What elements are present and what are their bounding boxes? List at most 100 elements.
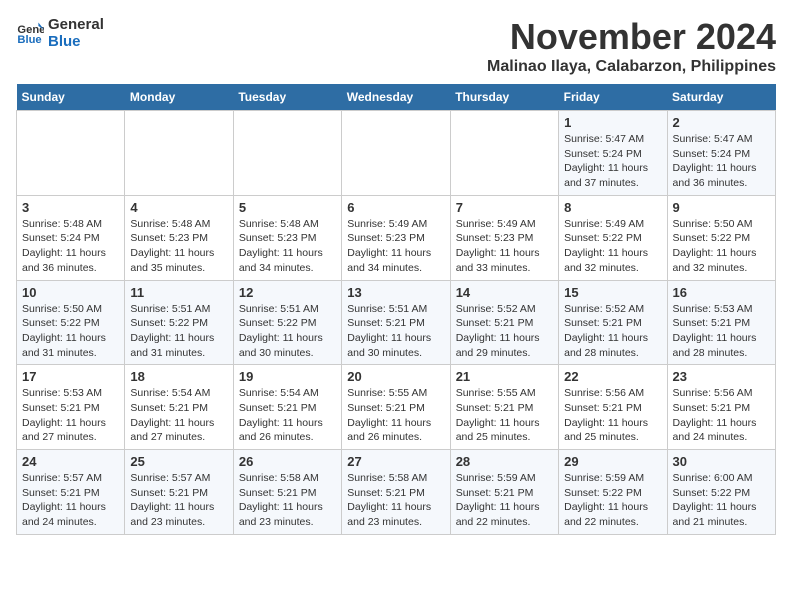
day-info: Sunrise: 5:58 AM Sunset: 5:21 PM Dayligh… (347, 471, 444, 530)
day-info: Sunrise: 5:49 AM Sunset: 5:23 PM Dayligh… (347, 217, 444, 276)
calendar-cell: 13 Sunrise: 5:51 AM Sunset: 5:21 PM Dayli… (342, 280, 450, 365)
day-number: 4 (130, 200, 227, 215)
svg-text:Blue: Blue (17, 34, 41, 46)
calendar-cell: 7Sunrise: 5:49 AM Sunset: 5:23 PM Daylig… (450, 195, 558, 280)
day-info: Sunrise: 5:49 AM Sunset: 5:22 PM Dayligh… (564, 217, 661, 276)
location-subtitle: Malinao Ilaya, Calabarzon, Philippines (487, 58, 776, 76)
calendar-cell: 26 Sunrise: 5:58 AM Sunset: 5:21 PM Dayli… (233, 450, 341, 535)
calendar-cell: 16 Sunrise: 5:53 AM Sunset: 5:21 PM Dayli… (667, 280, 775, 365)
day-info: Sunrise: 5:59 AM Sunset: 5:21 PM Dayligh… (456, 471, 553, 530)
calendar-cell: 14 Sunrise: 5:52 AM Sunset: 5:21 PM Dayli… (450, 280, 558, 365)
day-info: Sunrise: 5:48 AM Sunset: 5:24 PM Dayligh… (22, 217, 119, 276)
calendar-cell: 18 Sunrise: 5:54 AM Sunset: 5:21 PM Dayli… (125, 365, 233, 450)
column-header-friday: Friday (559, 84, 667, 111)
day-info: Sunrise: 5:51 AM Sunset: 5:21 PM Dayligh… (347, 302, 444, 361)
column-header-monday: Monday (125, 84, 233, 111)
day-number: 9 (673, 200, 770, 215)
day-number: 13 (347, 285, 444, 300)
day-info: Sunrise: 5:51 AM Sunset: 5:22 PM Dayligh… (130, 302, 227, 361)
calendar-cell (125, 111, 233, 196)
day-info: Sunrise: 5:53 AM Sunset: 5:21 PM Dayligh… (22, 386, 119, 445)
calendar-cell: 17 Sunrise: 5:53 AM Sunset: 5:21 PM Dayli… (17, 365, 125, 450)
calendar-cell: 28 Sunrise: 5:59 AM Sunset: 5:21 PM Dayli… (450, 450, 558, 535)
calendar-cell: 1 Sunrise: 5:47 AM Sunset: 5:24 PM Daylig… (559, 111, 667, 196)
day-info: Sunrise: 5:48 AM Sunset: 5:23 PM Dayligh… (130, 217, 227, 276)
day-info: Sunrise: 5:56 AM Sunset: 5:21 PM Dayligh… (673, 386, 770, 445)
calendar-cell: 20 Sunrise: 5:55 AM Sunset: 5:21 PM Dayli… (342, 365, 450, 450)
column-header-sunday: Sunday (17, 84, 125, 111)
logo-line1: General (48, 16, 104, 33)
calendar-cell: 5Sunrise: 5:48 AM Sunset: 5:23 PM Daylig… (233, 195, 341, 280)
day-number: 10 (22, 285, 119, 300)
day-info: Sunrise: 5:57 AM Sunset: 5:21 PM Dayligh… (22, 471, 119, 530)
calendar-cell: 8 Sunrise: 5:49 AM Sunset: 5:22 PM Daylig… (559, 195, 667, 280)
day-info: Sunrise: 5:56 AM Sunset: 5:21 PM Dayligh… (564, 386, 661, 445)
day-info: Sunrise: 5:53 AM Sunset: 5:21 PM Dayligh… (673, 302, 770, 361)
day-info: Sunrise: 5:58 AM Sunset: 5:21 PM Dayligh… (239, 471, 336, 530)
calendar-cell (233, 111, 341, 196)
day-info: Sunrise: 5:47 AM Sunset: 5:24 PM Dayligh… (564, 132, 661, 191)
day-info: Sunrise: 5:54 AM Sunset: 5:21 PM Dayligh… (130, 386, 227, 445)
day-info: Sunrise: 5:54 AM Sunset: 5:21 PM Dayligh… (239, 386, 336, 445)
logo-icon: General Blue (16, 19, 44, 47)
calendar-cell (17, 111, 125, 196)
day-number: 30 (673, 454, 770, 469)
column-header-thursday: Thursday (450, 84, 558, 111)
header-row: SundayMondayTuesdayWednesdayThursdayFrid… (17, 84, 776, 111)
calendar-cell: 30 Sunrise: 6:00 AM Sunset: 5:22 PM Dayli… (667, 450, 775, 535)
logo: General Blue General Blue (16, 16, 104, 50)
day-info: Sunrise: 6:00 AM Sunset: 5:22 PM Dayligh… (673, 471, 770, 530)
day-info: Sunrise: 5:47 AM Sunset: 5:24 PM Dayligh… (673, 132, 770, 191)
day-number: 14 (456, 285, 553, 300)
day-number: 28 (456, 454, 553, 469)
day-info: Sunrise: 5:50 AM Sunset: 5:22 PM Dayligh… (673, 217, 770, 276)
day-number: 8 (564, 200, 661, 215)
day-info: Sunrise: 5:55 AM Sunset: 5:21 PM Dayligh… (347, 386, 444, 445)
day-info: Sunrise: 5:49 AM Sunset: 5:23 PM Dayligh… (456, 217, 553, 276)
calendar-cell: 22 Sunrise: 5:56 AM Sunset: 5:21 PM Dayli… (559, 365, 667, 450)
calendar-cell: 2 Sunrise: 5:47 AM Sunset: 5:24 PM Daylig… (667, 111, 775, 196)
day-number: 2 (673, 115, 770, 130)
day-number: 18 (130, 369, 227, 384)
day-number: 1 (564, 115, 661, 130)
calendar-cell (342, 111, 450, 196)
day-info: Sunrise: 5:50 AM Sunset: 5:22 PM Dayligh… (22, 302, 119, 361)
day-number: 26 (239, 454, 336, 469)
day-number: 29 (564, 454, 661, 469)
day-info: Sunrise: 5:57 AM Sunset: 5:21 PM Dayligh… (130, 471, 227, 530)
day-number: 25 (130, 454, 227, 469)
day-number: 17 (22, 369, 119, 384)
calendar-cell: 27Sunrise: 5:58 AM Sunset: 5:21 PM Dayli… (342, 450, 450, 535)
column-header-wednesday: Wednesday (342, 84, 450, 111)
calendar-cell: 25 Sunrise: 5:57 AM Sunset: 5:21 PM Dayli… (125, 450, 233, 535)
calendar-cell: 29 Sunrise: 5:59 AM Sunset: 5:22 PM Dayli… (559, 450, 667, 535)
calendar-week-5: 24Sunrise: 5:57 AM Sunset: 5:21 PM Dayli… (17, 450, 776, 535)
day-number: 22 (564, 369, 661, 384)
calendar-cell: 10 Sunrise: 5:50 AM Sunset: 5:22 PM Dayli… (17, 280, 125, 365)
day-info: Sunrise: 5:55 AM Sunset: 5:21 PM Dayligh… (456, 386, 553, 445)
day-number: 20 (347, 369, 444, 384)
day-number: 12 (239, 285, 336, 300)
calendar-cell: 21 Sunrise: 5:55 AM Sunset: 5:21 PM Dayli… (450, 365, 558, 450)
day-number: 21 (456, 369, 553, 384)
calendar-cell (450, 111, 558, 196)
calendar-week-4: 17 Sunrise: 5:53 AM Sunset: 5:21 PM Dayli… (17, 365, 776, 450)
day-number: 5 (239, 200, 336, 215)
calendar-cell: 3 Sunrise: 5:48 AM Sunset: 5:24 PM Daylig… (17, 195, 125, 280)
calendar-cell: 12Sunrise: 5:51 AM Sunset: 5:22 PM Dayli… (233, 280, 341, 365)
day-info: Sunrise: 5:52 AM Sunset: 5:21 PM Dayligh… (564, 302, 661, 361)
calendar-cell: 15 Sunrise: 5:52 AM Sunset: 5:21 PM Dayli… (559, 280, 667, 365)
calendar-cell: 24Sunrise: 5:57 AM Sunset: 5:21 PM Dayli… (17, 450, 125, 535)
calendar-cell: 9 Sunrise: 5:50 AM Sunset: 5:22 PM Daylig… (667, 195, 775, 280)
calendar-cell: 23Sunrise: 5:56 AM Sunset: 5:21 PM Dayli… (667, 365, 775, 450)
calendar-week-1: 1 Sunrise: 5:47 AM Sunset: 5:24 PM Daylig… (17, 111, 776, 196)
day-info: Sunrise: 5:52 AM Sunset: 5:21 PM Dayligh… (456, 302, 553, 361)
calendar-table: SundayMondayTuesdayWednesdayThursdayFrid… (16, 84, 776, 535)
day-number: 16 (673, 285, 770, 300)
day-number: 3 (22, 200, 119, 215)
day-info: Sunrise: 5:59 AM Sunset: 5:22 PM Dayligh… (564, 471, 661, 530)
column-header-tuesday: Tuesday (233, 84, 341, 111)
day-number: 15 (564, 285, 661, 300)
calendar-cell: 11Sunrise: 5:51 AM Sunset: 5:22 PM Dayli… (125, 280, 233, 365)
day-number: 6 (347, 200, 444, 215)
